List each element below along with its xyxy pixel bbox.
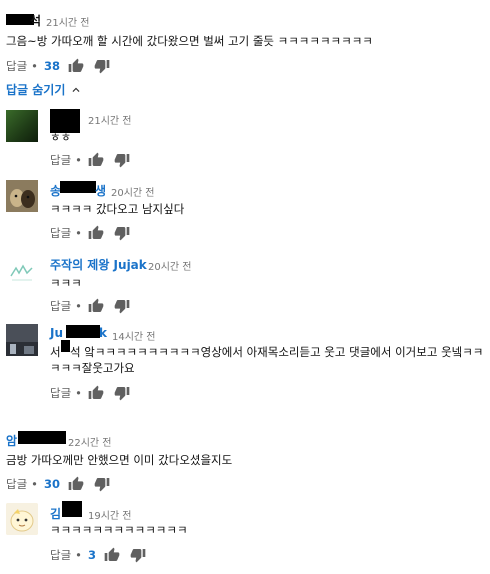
reply-actions: 답글 • [50, 225, 140, 241]
reply-button[interactable]: 답글 [50, 298, 71, 314]
reply-time[interactable]: 20시간 전 [111, 184, 155, 199]
thumbs-down-icon[interactable] [114, 225, 130, 241]
thumbs-down-icon[interactable] [130, 547, 146, 563]
thumbs-down-icon[interactable] [94, 476, 110, 492]
thumbs-up-icon[interactable] [88, 225, 104, 241]
reply-actions: 답글 • [50, 298, 140, 314]
avatar[interactable] [6, 324, 38, 356]
thumbs-down-icon[interactable] [94, 58, 110, 74]
reply-time[interactable]: 20시간 전 [148, 258, 192, 273]
comment-time[interactable]: 22시간 전 [68, 434, 112, 449]
reply-author[interactable]: 주작의 제왕 Jujak [50, 256, 147, 273]
thumbs-up-icon[interactable] [68, 476, 84, 492]
dog-avatar-image [6, 180, 38, 212]
separator-dot: • [75, 299, 82, 313]
thumbs-up-icon[interactable] [88, 152, 104, 168]
hide-replies-toggle[interactable]: 답글 숨기기 [6, 81, 83, 98]
thumbs-down-icon[interactable] [114, 152, 130, 168]
reply-actions: 답글 • [50, 385, 140, 401]
avatar[interactable] [6, 503, 38, 535]
reply-actions: 답글 • 3 [50, 547, 156, 563]
reply-author[interactable]: Ju [50, 326, 63, 340]
comment-text: 금방 가따오께만 안했으면 이미 갔다오셨을지도 [6, 453, 233, 467]
user-photo-avatar [6, 324, 38, 356]
reply-time[interactable]: 14시간 전 [112, 328, 156, 343]
comment-time[interactable]: 21시간 전 [46, 14, 90, 29]
thumbs-up-icon[interactable] [88, 298, 104, 314]
reply-author-suffix[interactable]: k [99, 326, 107, 340]
comment-author[interactable]: 암 [6, 432, 17, 449]
comment-actions: 답글 • 38 [6, 58, 120, 74]
like-count: 30 [43, 477, 60, 491]
separator-dot: • [75, 386, 82, 400]
reply-button[interactable]: 답글 [50, 152, 71, 168]
redacted-author-name [18, 431, 66, 444]
separator-dot: • [75, 226, 82, 240]
reply-time[interactable]: 19시간 전 [88, 507, 132, 522]
reply-text: ㅎㅎ [50, 130, 72, 144]
channel-logo-icon [6, 256, 38, 288]
reply-text-line-start: 서 [50, 345, 61, 359]
hide-replies-label: 답글 숨기기 [6, 83, 66, 97]
avatar[interactable] [6, 180, 38, 212]
separator-dot: • [31, 59, 38, 73]
comment-actions: 답글 • 30 [6, 476, 120, 492]
reply-text: ㅋㅋㅋ [50, 276, 82, 290]
reply-text-line-2: ㅋㅋㅋ잘웃고가요 [50, 361, 135, 375]
redacted-author-name [62, 501, 82, 517]
avatar[interactable] [6, 256, 38, 288]
thumbs-down-icon[interactable] [114, 298, 130, 314]
comment-author[interactable]: 석 [30, 12, 41, 29]
like-count: 38 [43, 59, 60, 73]
reply-text: ㅋㅋㅋㅋ 갔다오고 남지싶다 [50, 202, 185, 216]
separator-dot: • [75, 153, 82, 167]
reply-button[interactable]: 답글 [6, 58, 27, 74]
redacted-text [61, 340, 70, 352]
reply-button[interactable]: 답글 [50, 547, 71, 563]
reply-time[interactable]: 21시간 전 [88, 112, 132, 127]
thumbs-up-icon[interactable] [68, 58, 84, 74]
comment-text: 그음~방 가따오깨 할 시간에 갔다왔으면 벌써 고기 줄듯 ㅋㅋㅋㅋㅋㅋㅋㅋㅋ [6, 34, 373, 48]
like-count: 3 [87, 548, 96, 562]
avatar[interactable] [6, 110, 38, 142]
reply-button[interactable]: 답글 [6, 476, 27, 492]
separator-dot: • [31, 477, 38, 491]
separator-dot: • [75, 548, 82, 562]
reply-button[interactable]: 답글 [50, 385, 71, 401]
thumbs-down-icon[interactable] [114, 385, 130, 401]
redacted-author-name [60, 181, 96, 193]
cartoon-avatar-image [6, 503, 38, 535]
thumbs-up-icon[interactable] [104, 547, 120, 563]
reply-button[interactable]: 답글 [50, 225, 71, 241]
reply-text: ㅋㅋㅋㅋㅋㅋㅋㅋㅋㅋㅋㅋㅋ [50, 523, 188, 537]
reply-actions: 답글 • [50, 152, 140, 168]
thumbs-up-icon[interactable] [88, 385, 104, 401]
redacted-author-name [66, 325, 100, 338]
reply-author-suffix[interactable]: 생 [95, 182, 106, 199]
reply-author[interactable]: 김 [50, 505, 61, 522]
reply-text: 석 앜ㅋㅋㅋㅋㅋㅋㅋㅋㅋㅋ영상에서 아재목소리듣고 웃고 댓글에서 이거보고 웃… [70, 345, 484, 359]
chevron-up-icon [72, 87, 80, 92]
